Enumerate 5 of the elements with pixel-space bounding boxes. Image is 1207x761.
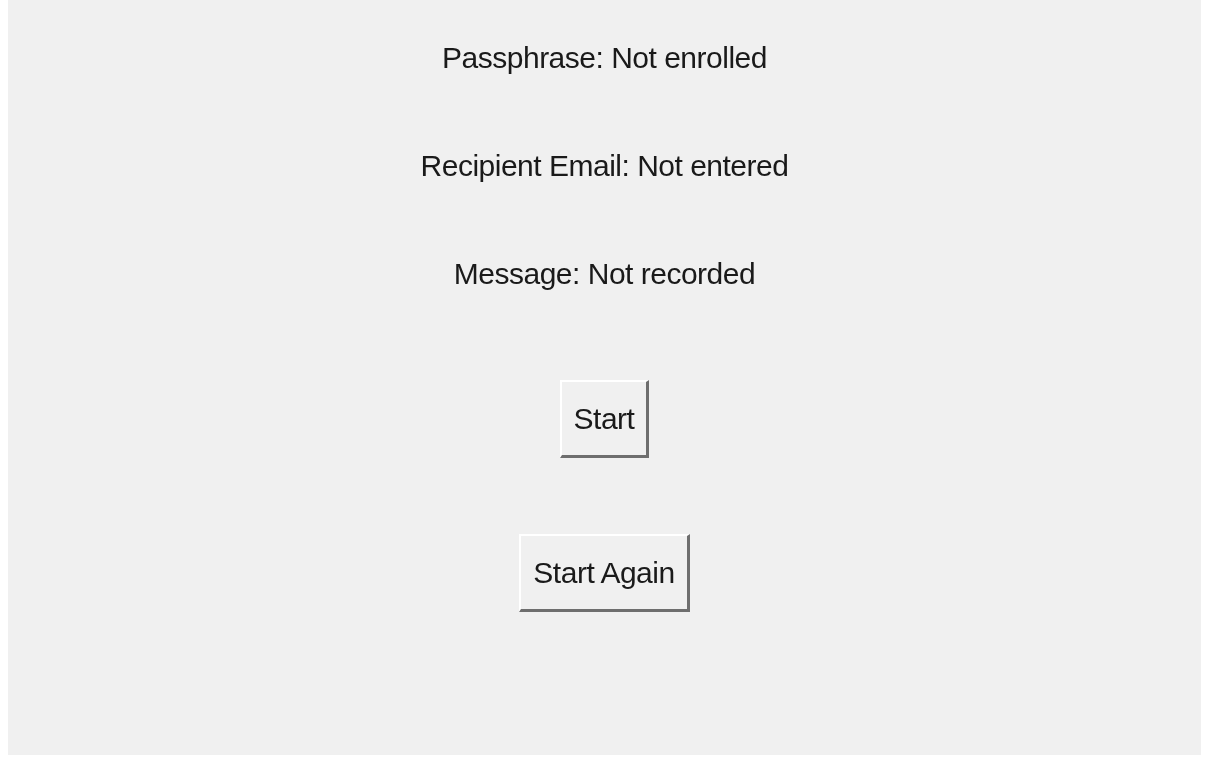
action-button[interactable]: Start Again <box>519 534 690 612</box>
status-label: Message: Not recorded <box>453 256 756 292</box>
status-label: Recipient Email: Not entered <box>420 148 789 184</box>
status-label: Passphrase: Not enrolled <box>442 40 767 76</box>
action-button[interactable]: Start <box>559 380 650 458</box>
